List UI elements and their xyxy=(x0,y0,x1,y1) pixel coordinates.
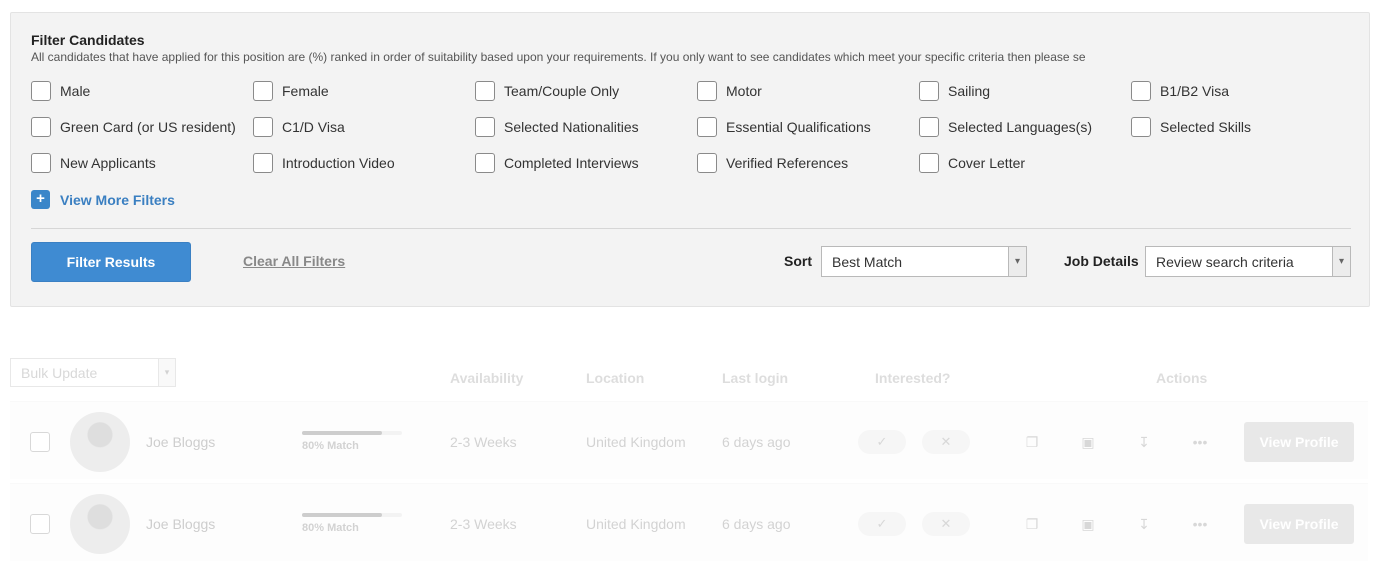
last-login-cell: 6 days ago xyxy=(722,434,791,450)
checkbox[interactable] xyxy=(919,81,939,101)
view-profile-button[interactable]: View Profile xyxy=(1244,504,1354,544)
location-cell: United Kingdom xyxy=(586,516,686,532)
sort-select[interactable]: Best Match ▾ xyxy=(821,246,1027,277)
row-checkbox[interactable] xyxy=(30,432,50,452)
header-last-login[interactable]: Last login xyxy=(722,370,788,386)
filter-option-motor[interactable]: Motor xyxy=(697,79,762,103)
filter-option-c1d-visa[interactable]: C1/D Visa xyxy=(253,115,345,139)
filter-option-languages[interactable]: Selected Languages(s) xyxy=(919,115,1092,139)
video-icon[interactable]: ▣ xyxy=(1078,432,1098,452)
job-details-label: Job Details xyxy=(1064,253,1139,269)
filter-option-nationalities[interactable]: Selected Nationalities xyxy=(475,115,639,139)
filter-panel: Filter Candidates All candidates that ha… xyxy=(10,12,1370,307)
filter-option-sailing[interactable]: Sailing xyxy=(919,79,990,103)
candidate-name[interactable]: Joe Bloggs xyxy=(146,434,215,450)
avatar xyxy=(70,412,130,472)
match-bar xyxy=(302,513,402,517)
availability-cell: 2-3 Weeks xyxy=(450,516,517,532)
download-icon[interactable]: ↧ xyxy=(1134,514,1154,534)
filter-option-references[interactable]: Verified References xyxy=(697,151,848,175)
filter-option-skills[interactable]: Selected Skills xyxy=(1131,115,1251,139)
filter-option-qualifications[interactable]: Essential Qualifications xyxy=(697,115,871,139)
filter-option-cover-letter[interactable]: Cover Letter xyxy=(919,151,1025,175)
candidate-name[interactable]: Joe Bloggs xyxy=(146,516,215,532)
checkbox[interactable] xyxy=(697,153,717,173)
checkbox[interactable] xyxy=(475,117,495,137)
check-icon[interactable]: ✓ xyxy=(858,512,906,536)
copy-icon[interactable]: ❐ xyxy=(1022,514,1042,534)
filter-checkbox-grid: Male Female Team/Couple Only Motor Saili… xyxy=(31,79,1361,189)
avatar xyxy=(70,494,130,554)
chevron-down-icon[interactable]: ▾ xyxy=(158,359,175,386)
view-profile-button[interactable]: View Profile xyxy=(1244,422,1354,462)
candidate-table: Bulk Update ▾ Availability Location Last… xyxy=(0,340,1380,564)
checkbox[interactable] xyxy=(1131,117,1151,137)
last-login-cell: 6 days ago xyxy=(722,516,791,532)
plus-icon[interactable]: + xyxy=(31,190,50,209)
copy-icon[interactable]: ❐ xyxy=(1022,432,1042,452)
close-icon[interactable]: ✕ xyxy=(922,430,970,454)
table-row: Joe Bloggs 80% Match 2-3 Weeks United Ki… xyxy=(10,483,1368,561)
checkbox[interactable] xyxy=(31,153,51,173)
job-details-select[interactable]: Review search criteria ▾ xyxy=(1145,246,1351,277)
table-row: Joe Bloggs 80% Match 2-3 Weeks United Ki… xyxy=(10,401,1368,479)
check-icon[interactable]: ✓ xyxy=(858,430,906,454)
header-actions: Actions xyxy=(1156,370,1208,386)
checkbox[interactable] xyxy=(31,81,51,101)
checkbox[interactable] xyxy=(253,81,273,101)
filter-title: Filter Candidates xyxy=(31,32,145,48)
chevron-down-icon[interactable]: ▾ xyxy=(1008,247,1026,276)
checkbox[interactable] xyxy=(475,81,495,101)
header-location[interactable]: Location xyxy=(586,370,644,386)
chevron-down-icon[interactable]: ▾ xyxy=(1332,247,1350,276)
close-icon[interactable]: ✕ xyxy=(922,512,970,536)
filter-option-green-card[interactable]: Green Card (or US resident) xyxy=(31,115,236,139)
view-more-filters-link[interactable]: + View More Filters xyxy=(31,190,175,209)
clear-all-filters-link[interactable]: Clear All Filters xyxy=(243,253,345,269)
checkbox[interactable] xyxy=(697,117,717,137)
match-label: 80% Match xyxy=(302,440,359,452)
filter-option-new-applicants[interactable]: New Applicants xyxy=(31,151,156,175)
match-bar-fill xyxy=(302,513,382,517)
checkbox[interactable] xyxy=(253,153,273,173)
more-icon[interactable]: ••• xyxy=(1190,514,1210,534)
more-icon[interactable]: ••• xyxy=(1190,432,1210,452)
filter-option-b1b2-visa[interactable]: B1/B2 Visa xyxy=(1131,79,1229,103)
checkbox[interactable] xyxy=(1131,81,1151,101)
checkbox[interactable] xyxy=(919,117,939,137)
download-icon[interactable]: ↧ xyxy=(1134,432,1154,452)
match-label: 80% Match xyxy=(302,522,359,534)
filter-option-interviews[interactable]: Completed Interviews xyxy=(475,151,639,175)
header-interested: Interested? xyxy=(875,370,951,386)
filter-option-male[interactable]: Male xyxy=(31,79,90,103)
filter-results-button[interactable]: Filter Results xyxy=(31,242,191,282)
checkbox[interactable] xyxy=(31,117,51,137)
divider xyxy=(31,228,1351,229)
filter-option-intro-video[interactable]: Introduction Video xyxy=(253,151,395,175)
bulk-update-select[interactable]: Bulk Update ▾ xyxy=(10,358,176,387)
checkbox[interactable] xyxy=(919,153,939,173)
row-checkbox[interactable] xyxy=(30,514,50,534)
match-bar xyxy=(302,431,402,435)
checkbox[interactable] xyxy=(475,153,495,173)
filter-option-team-couple[interactable]: Team/Couple Only xyxy=(475,79,619,103)
availability-cell: 2-3 Weeks xyxy=(450,434,517,450)
match-bar-fill xyxy=(302,431,382,435)
header-availability[interactable]: Availability xyxy=(450,370,523,386)
sort-label: Sort xyxy=(784,253,812,269)
checkbox[interactable] xyxy=(697,81,717,101)
filter-description: All candidates that have applied for thi… xyxy=(31,50,1086,64)
video-icon[interactable]: ▣ xyxy=(1078,514,1098,534)
location-cell: United Kingdom xyxy=(586,434,686,450)
filter-option-female[interactable]: Female xyxy=(253,79,329,103)
checkbox[interactable] xyxy=(253,117,273,137)
